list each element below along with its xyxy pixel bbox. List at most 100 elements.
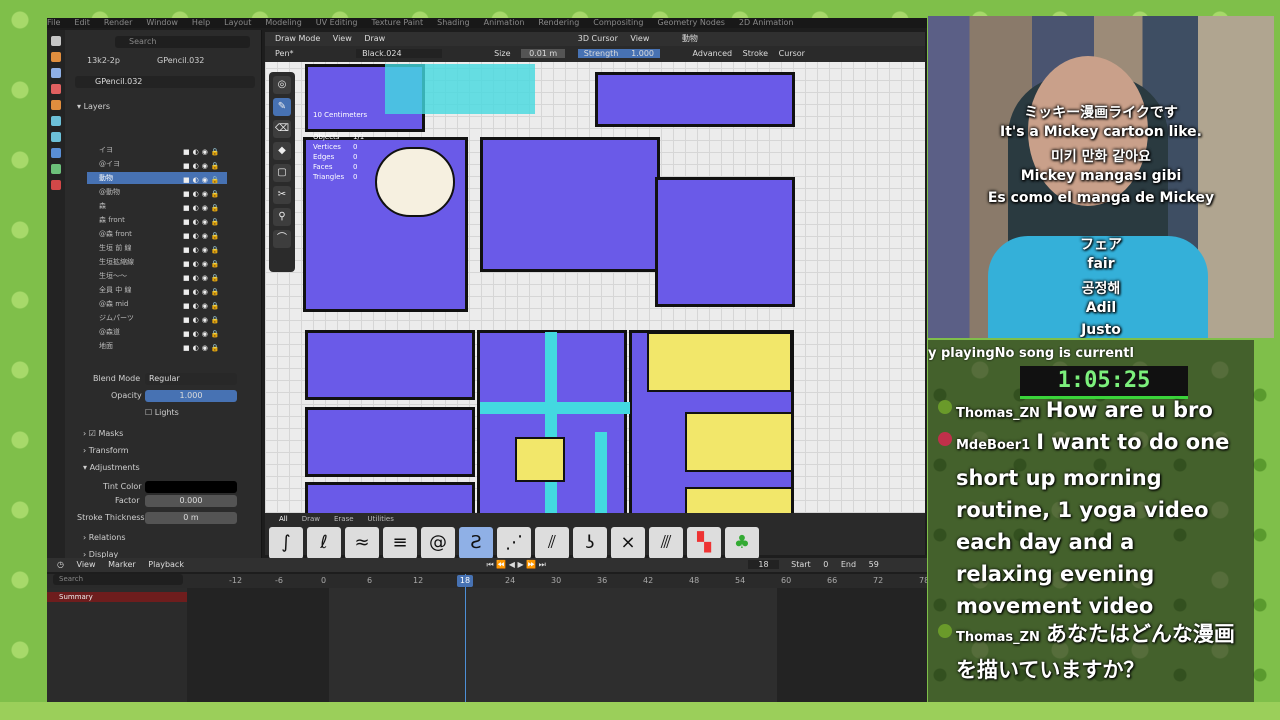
blend-mode-select[interactable]: Regular	[145, 373, 237, 385]
object-icon[interactable]	[51, 100, 61, 110]
brush-tab[interactable]: Utilities	[368, 515, 394, 523]
opacity-slider[interactable]: 1.000	[145, 390, 237, 402]
draw-menu[interactable]: Draw	[364, 34, 385, 43]
brush-airbrush-icon[interactable]: @	[421, 527, 455, 559]
layer-row[interactable]: 森 front ■◐◉🔒	[87, 214, 227, 226]
effects-icon[interactable]	[51, 132, 61, 142]
render-icon[interactable]	[51, 52, 61, 62]
strength-slider[interactable]: Strength 1.000	[577, 49, 660, 58]
workspace-tab[interactable]: Modeling	[265, 18, 301, 27]
workspace-tab[interactable]: 2D Animation	[739, 18, 794, 27]
playhead-frame-label[interactable]: 18	[457, 575, 473, 587]
brush-marker-icon[interactable]: ≈	[345, 527, 379, 559]
layer-row[interactable]: 生垣拡縮線 ■◐◉🔒	[87, 256, 227, 268]
stroke-menu[interactable]: Stroke	[743, 49, 769, 58]
modifier-icon[interactable]	[51, 116, 61, 126]
workspace-tab[interactable]: File	[47, 18, 60, 27]
brush-tab[interactable]: All	[279, 515, 288, 523]
viewport[interactable]: Draw Mode View Draw 3D Cursor View 動物 Pe…	[265, 32, 925, 532]
eyedropper-tool-icon[interactable]: ⚲	[273, 208, 291, 226]
editor-type-icon[interactable]: ◷	[57, 560, 64, 569]
cutter-tool-icon[interactable]: ✂	[273, 186, 291, 204]
layer-visibility-lock-icons[interactable]: ■◐◉🔒	[183, 160, 227, 170]
material-select[interactable]: Black.024	[356, 49, 442, 58]
brush-erase-hard-icon[interactable]: ⨯	[611, 527, 645, 559]
timeline-marker-menu[interactable]: Marker	[108, 560, 136, 569]
layer-row[interactable]: @動物 ■◐◉🔒	[87, 186, 227, 198]
erase-tool-icon[interactable]: ⌫	[273, 120, 291, 138]
layer-visibility-lock-icons[interactable]: ■◐◉🔒	[183, 300, 227, 310]
brush-active-icon[interactable]: Ƨ	[459, 527, 493, 559]
size-field[interactable]: 0.01 m	[521, 49, 566, 58]
workspace-tab[interactable]: Rendering	[538, 18, 579, 27]
layer-visibility-lock-icons[interactable]: ■◐◉🔒	[183, 258, 227, 268]
layers-header[interactable]: ▾ Layers	[77, 100, 110, 114]
timeline-editor[interactable]: -12 -6 0 6 12 18 24 30 36 42 48 54 60 66 72 78 Search S…	[47, 574, 927, 702]
factor-field[interactable]: 0.000	[145, 495, 237, 507]
workspace-tab[interactable]: Texture Paint	[372, 18, 424, 27]
layer-visibility-lock-icons[interactable]: ■◐◉🔒	[183, 272, 227, 282]
layer-visibility-lock-icons[interactable]: ■◐◉🔒	[183, 174, 227, 184]
brush-pen-icon[interactable]: ℓ	[307, 527, 341, 559]
brush-erase-soft-icon[interactable]: ⫻	[649, 527, 683, 559]
layer-row[interactable]: 全員 中 線 ■◐◉🔒	[87, 284, 227, 296]
workspace-tab[interactable]: Help	[192, 18, 210, 27]
workspace-tab[interactable]: Geometry Nodes	[657, 18, 724, 27]
layer-visibility-lock-icons[interactable]: ■◐◉🔒	[183, 216, 227, 226]
layer-visibility-lock-icons[interactable]: ■◐◉🔒	[183, 328, 227, 338]
physics-icon[interactable]	[51, 148, 61, 158]
workspace-tab[interactable]: Compositing	[593, 18, 643, 27]
current-frame-field[interactable]: 18	[748, 560, 779, 569]
data-block-field[interactable]: GPencil.032	[75, 76, 255, 88]
workspace-tab[interactable]: Animation	[484, 18, 525, 27]
layer-row[interactable]: 生垣 前 線 ■◐◉🔒	[87, 242, 227, 254]
end-field[interactable]: 59	[869, 560, 879, 569]
brush-chisel-icon[interactable]: ≡	[383, 527, 417, 559]
layer-row[interactable]: 地面 ■◐◉🔒	[87, 340, 227, 352]
mode-select[interactable]: Draw Mode	[275, 34, 320, 43]
workspace-tab[interactable]: Edit	[74, 18, 90, 27]
cursor-menu[interactable]: 3D Cursor	[578, 34, 618, 43]
layer-visibility-lock-icons[interactable]: ■◐◉🔒	[183, 188, 227, 198]
summary-channel[interactable]: Summary	[47, 592, 187, 602]
brush-curve-icon[interactable]: ʖ	[573, 527, 607, 559]
playhead[interactable]	[465, 574, 466, 702]
layer-visibility-lock-icons[interactable]: ■◐◉🔒	[183, 244, 227, 254]
lights-checkbox[interactable]: ☐ Lights	[145, 406, 179, 420]
transform-panel-toggle[interactable]: › Transform	[83, 444, 129, 458]
layer-row[interactable]: 生垣〜〜 ■◐◉🔒	[87, 270, 227, 282]
workspace-tab[interactable]: UV Editing	[316, 18, 358, 27]
layer-visibility-lock-icons[interactable]: ■◐◉🔒	[183, 314, 227, 324]
fill-tool-icon[interactable]: ◆	[273, 142, 291, 160]
layer-visibility-lock-icons[interactable]: ■◐◉🔒	[183, 202, 227, 212]
brush-pencil-icon[interactable]: ⋰	[497, 527, 531, 559]
curve-tool-icon[interactable]: ⌒	[273, 230, 291, 248]
layer-visibility-lock-icons[interactable]: ■◐◉🔒	[183, 230, 227, 240]
cursor-tool-icon[interactable]: ◎	[273, 76, 291, 94]
layer-visibility-lock-icons[interactable]: ■◐◉🔒	[183, 146, 227, 156]
layer-row[interactable]: 森 ■◐◉🔒	[87, 200, 227, 212]
cursor-settings-menu[interactable]: Cursor	[779, 49, 805, 58]
layer-row[interactable]: @森 mid ■◐◉🔒	[87, 298, 227, 310]
layer-row[interactable]: @森道 ■◐◉🔒	[87, 326, 227, 338]
stroke-thickness-field[interactable]: 0 m	[145, 512, 237, 524]
brush-tint-icon[interactable]: ♣	[725, 527, 759, 559]
start-field[interactable]: 0	[823, 560, 828, 569]
advanced-menu[interactable]: Advanced	[693, 49, 733, 58]
timeline-view-menu[interactable]: View	[77, 560, 96, 569]
workspace-tab[interactable]: Layout	[224, 18, 251, 27]
properties-search[interactable]: Search	[115, 36, 250, 48]
layer-visibility-lock-icons[interactable]: ■◐◉🔒	[183, 286, 227, 296]
tint-color-swatch[interactable]	[145, 481, 237, 493]
brush-fill-icon[interactable]: ▚	[687, 527, 721, 559]
data-icon[interactable]	[51, 164, 61, 174]
masks-panel-toggle[interactable]: › ☑ Masks	[83, 427, 123, 441]
brush-tabs[interactable]: All Draw Erase Utilities	[265, 513, 394, 525]
keyframe-area[interactable]	[329, 588, 777, 702]
draw-tool-icon[interactable]: ✎	[273, 98, 291, 116]
scene-icon[interactable]	[51, 84, 61, 94]
layer-row[interactable]: 動物 ■◐◉🔒	[87, 172, 227, 184]
layer-visibility-lock-icons[interactable]: ■◐◉🔒	[183, 342, 227, 352]
playback-controls[interactable]: ⏮ ⏪ ◀ ▶ ⏩ ⏭	[487, 560, 546, 569]
relations-panel-toggle[interactable]: › Relations	[83, 531, 126, 545]
